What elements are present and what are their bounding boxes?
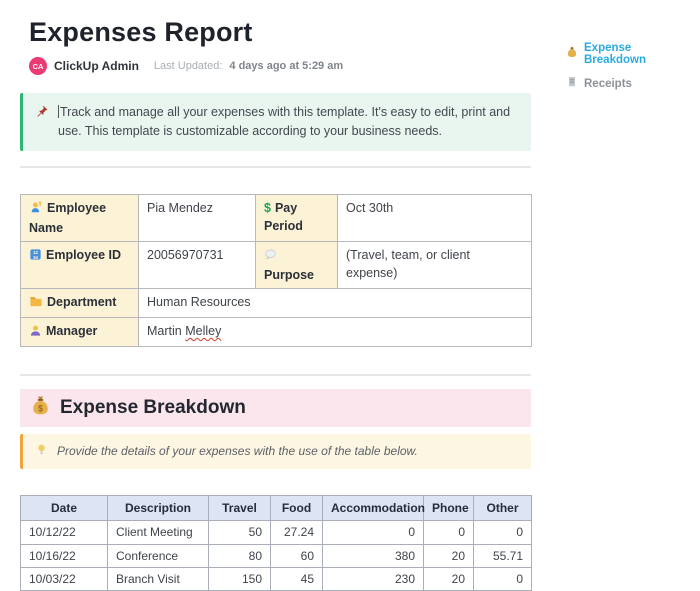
cell-travel[interactable]: 150: [209, 567, 271, 590]
person-bust-icon: [29, 324, 42, 342]
sidebar-item-label: Receipts: [584, 78, 632, 90]
col-header-other[interactable]: Other: [474, 496, 532, 521]
light-bulb-icon: [35, 443, 48, 461]
employee-name-label-cell[interactable]: Employee Name: [21, 194, 139, 241]
manager-value-cell[interactable]: Martin Melley: [139, 318, 532, 347]
dollar-icon: $: [264, 199, 271, 217]
id-number-icon: 1234: [29, 248, 42, 266]
table-row: Employee Name Pia Mendez $Pay Period Oct…: [21, 194, 532, 241]
author-name[interactable]: ClickUp Admin: [54, 59, 139, 73]
table-row: 10/12/22 Client Meeting 50 27.24 0 0 0: [21, 521, 532, 544]
cell-accommodation[interactable]: 230: [323, 567, 424, 590]
table-row: 1234 Employee ID 20056970731 Purpose (Tra…: [21, 241, 532, 288]
col-header-travel[interactable]: Travel: [209, 496, 271, 521]
cell-description[interactable]: Branch Visit: [108, 567, 209, 590]
sidebar-item-receipts[interactable]: Receipts: [566, 75, 696, 93]
cell-other[interactable]: 55.71: [474, 544, 532, 567]
folder-icon: [29, 294, 43, 313]
person-raising-hand-icon: [29, 200, 43, 219]
cell-date[interactable]: 10/16/22: [21, 544, 108, 567]
byline: CA ClickUp Admin Last Updated: 4 days ag…: [29, 57, 531, 75]
cell-food[interactable]: 60: [271, 544, 323, 567]
cell-travel[interactable]: 50: [209, 521, 271, 544]
employee-id-value-cell[interactable]: 20056970731: [139, 241, 256, 288]
pay-period-label-cell[interactable]: $Pay Period: [256, 194, 338, 241]
cell-phone[interactable]: 0: [424, 521, 474, 544]
cell-description[interactable]: Client Meeting: [108, 521, 209, 544]
manager-first-name: Martin: [147, 324, 182, 338]
text-caret: [58, 105, 59, 118]
cell-food[interactable]: 45: [271, 567, 323, 590]
document-page: Expenses Report CA ClickUp Admin Last Up…: [0, 0, 700, 591]
manager-last-name-misspelled: Melley: [185, 324, 221, 338]
cell-phone[interactable]: 20: [424, 544, 474, 567]
sidebar-item-label: Expense Breakdown: [584, 42, 696, 66]
purpose-label: Purpose: [264, 268, 314, 282]
purpose-label-cell[interactable]: Purpose: [256, 241, 338, 288]
table-row: Manager Martin Melley: [21, 318, 532, 347]
section-title: Expense Breakdown: [60, 397, 246, 419]
department-value-cell[interactable]: Human Resources: [139, 289, 532, 318]
divider: [20, 166, 531, 168]
last-updated-value: 4 days ago at 5:29 am: [229, 60, 343, 72]
last-updated-label: Last Updated:: [154, 60, 223, 72]
cell-other[interactable]: 0: [474, 521, 532, 544]
cell-travel[interactable]: 80: [209, 544, 271, 567]
cell-accommodation[interactable]: 380: [323, 544, 424, 567]
purpose-value-cell[interactable]: (Travel, team, or client expense): [338, 241, 532, 288]
employee-info-table[interactable]: Employee Name Pia Mendez $Pay Period Oct…: [20, 194, 532, 348]
table-row: Department Human Resources: [21, 289, 532, 318]
pushpin-icon: [35, 104, 49, 141]
speech-bubble-icon: [264, 248, 277, 266]
employee-id-label: Employee ID: [46, 248, 121, 262]
tip-callout-text[interactable]: Provide the details of your expenses wit…: [57, 442, 418, 461]
cell-description[interactable]: Conference: [108, 544, 209, 567]
department-label-cell[interactable]: Department: [21, 289, 139, 318]
document-body: Expenses Report CA ClickUp Admin Last Up…: [20, 0, 531, 591]
col-header-accommodation[interactable]: Accommodation: [323, 496, 424, 521]
col-header-phone[interactable]: Phone: [424, 496, 474, 521]
outline-sidebar: Expense Breakdown Receipts: [566, 42, 696, 102]
cell-other[interactable]: 0: [474, 567, 532, 590]
intro-callout[interactable]: Track and manage all your expenses with …: [20, 93, 531, 151]
table-row: 10/16/22 Conference 80 60 380 20 55.71: [21, 544, 532, 567]
cell-accommodation[interactable]: 0: [323, 521, 424, 544]
manager-label-cell[interactable]: Manager: [21, 318, 139, 347]
intro-callout-text[interactable]: Track and manage all your expenses with …: [58, 103, 519, 141]
employee-name-value-cell[interactable]: Pia Mendez: [139, 194, 256, 241]
cell-date[interactable]: 10/12/22: [21, 521, 108, 544]
svg-text:$: $: [38, 404, 43, 414]
sidebar-item-expense-breakdown[interactable]: Expense Breakdown: [566, 42, 696, 66]
money-bag-icon: $: [30, 395, 51, 421]
svg-text:34: 34: [33, 255, 38, 260]
expense-breakdown-heading: $ Expense Breakdown: [20, 389, 531, 427]
expenses-table[interactable]: Date Description Travel Food Accommodati…: [20, 495, 532, 591]
employee-id-label-cell[interactable]: 1234 Employee ID: [21, 241, 139, 288]
tip-callout[interactable]: Provide the details of your expenses wit…: [20, 434, 531, 469]
table-row: 10/03/22 Branch Visit 150 45 230 20 0: [21, 567, 532, 590]
cell-phone[interactable]: 20: [424, 567, 474, 590]
department-label: Department: [47, 295, 116, 309]
manager-label: Manager: [46, 324, 97, 338]
table-header-row: Date Description Travel Food Accommodati…: [21, 496, 532, 521]
cell-date[interactable]: 10/03/22: [21, 567, 108, 590]
receipt-icon: [566, 75, 578, 93]
money-bag-icon: [566, 45, 578, 63]
cell-food[interactable]: 27.24: [271, 521, 323, 544]
pay-period-value-cell[interactable]: Oct 30th: [338, 194, 532, 241]
page-title: Expenses Report: [29, 16, 531, 48]
avatar[interactable]: CA: [29, 57, 47, 75]
intro-callout-copy: Track and manage all your expenses with …: [58, 105, 510, 138]
divider: [20, 374, 531, 376]
col-header-description[interactable]: Description: [108, 496, 209, 521]
col-header-date[interactable]: Date: [21, 496, 108, 521]
col-header-food[interactable]: Food: [271, 496, 323, 521]
